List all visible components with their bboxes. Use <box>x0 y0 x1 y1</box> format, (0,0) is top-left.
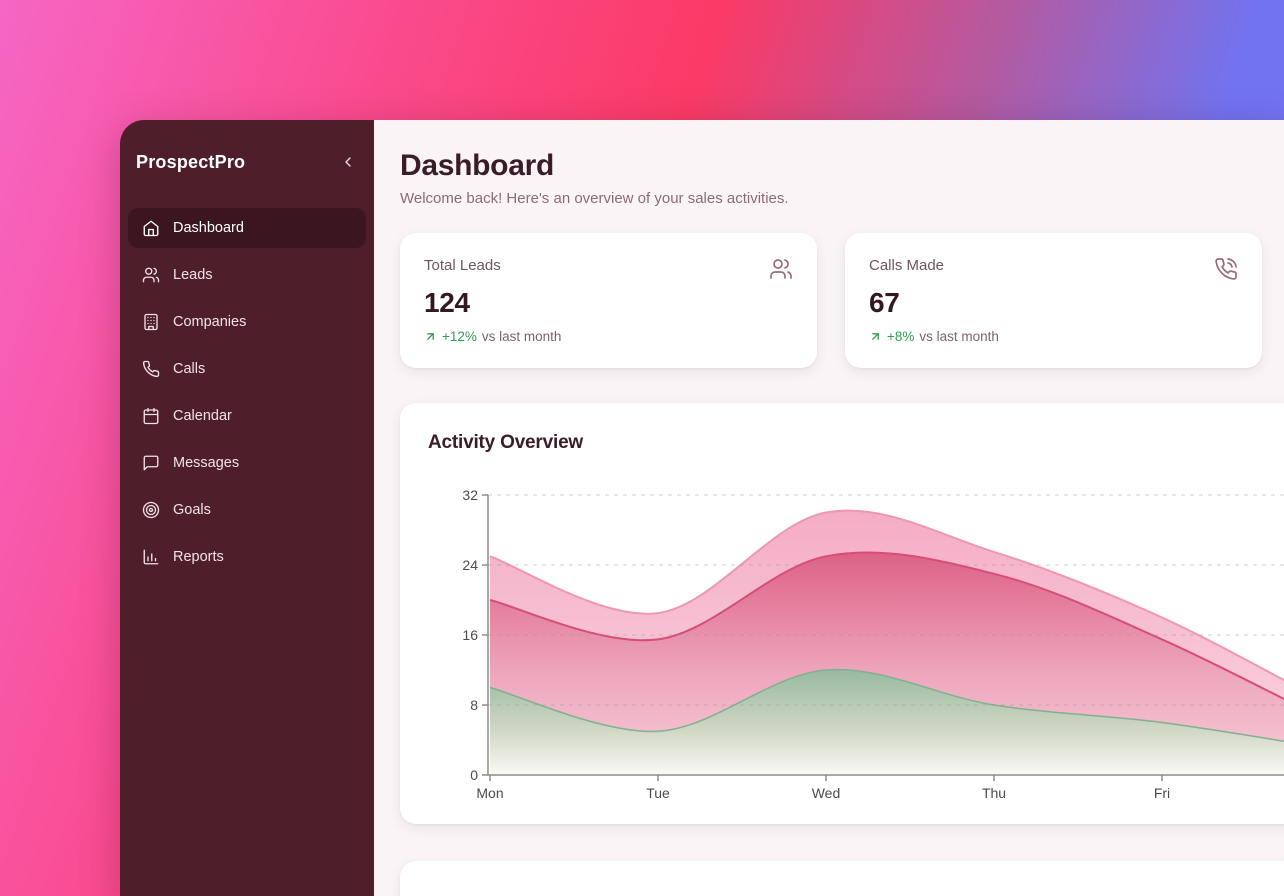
next-section-card <box>400 861 1284 896</box>
arrow-up-right-icon <box>869 330 882 343</box>
page-subtitle: Welcome back! Here's an overview of your… <box>400 188 1262 209</box>
chart-series <box>490 511 1284 775</box>
message-square-icon <box>142 454 160 472</box>
users-icon <box>142 266 160 284</box>
home-icon <box>142 219 160 237</box>
calendar-icon <box>142 407 160 425</box>
phone-call-icon <box>1214 257 1238 281</box>
stats-row: Total Leads 124 +12% vs last month Calls… <box>400 233 1262 368</box>
arrow-up-right-icon <box>424 330 437 343</box>
x-tick-label: Mon <box>476 785 503 799</box>
calendar-icon <box>142 407 160 425</box>
trend-percent: +12% <box>442 329 477 344</box>
phone-icon <box>142 360 160 378</box>
main-content: Dashboard Welcome back! Here's an overvi… <box>374 120 1284 896</box>
activity-overview-card: Activity Overview <box>400 403 1284 824</box>
x-tick-label: Wed <box>812 785 841 799</box>
sidebar-item-label: Dashboard <box>173 220 244 236</box>
home-icon <box>142 219 160 237</box>
app-window: ProspectPro Dashboard Leads Companies Ca… <box>120 120 1284 896</box>
sidebar-item-goals[interactable]: Goals <box>128 490 366 530</box>
page-title: Dashboard <box>400 148 1262 184</box>
chart-area: 0 8 16 24 32 Mon Tue Wed Thu Fri <box>428 467 1284 804</box>
x-tick-label: Thu <box>982 785 1006 799</box>
activity-area-chart: 0 8 16 24 32 Mon Tue Wed Thu Fri <box>428 467 1284 799</box>
arrow-up-right-icon <box>869 330 882 343</box>
x-tick-label: Tue <box>646 785 670 799</box>
sidebar-nav: Dashboard Leads Companies Calls Calendar… <box>120 208 374 577</box>
message-square-icon <box>142 454 160 472</box>
arrow-up-right-icon <box>424 330 437 343</box>
trend-suffix: vs last month <box>919 329 999 344</box>
sidebar-item-dashboard[interactable]: Dashboard <box>128 208 366 248</box>
y-tick-label: 8 <box>470 697 478 713</box>
bar-chart-icon <box>142 548 160 566</box>
bar-chart-icon <box>142 548 160 566</box>
users-icon <box>142 266 160 284</box>
chart-title: Activity Overview <box>428 431 1284 455</box>
brand-title: ProspectPro <box>136 152 245 173</box>
stat-card-calls-made: Calls Made 67 +8% vs last month <box>845 233 1262 368</box>
y-tick-label: 32 <box>462 487 478 503</box>
sidebar-item-companies[interactable]: Companies <box>128 302 366 342</box>
stat-value: 124 <box>424 287 793 319</box>
sidebar-item-messages[interactable]: Messages <box>128 443 366 483</box>
users-icon <box>769 257 793 281</box>
sidebar-collapse-button[interactable] <box>336 150 360 174</box>
y-tick-label: 24 <box>462 557 478 573</box>
y-tick-label: 16 <box>462 627 478 643</box>
sidebar-item-label: Calendar <box>173 408 232 424</box>
sidebar-item-leads[interactable]: Leads <box>128 255 366 295</box>
building-icon <box>142 313 160 331</box>
building-icon <box>142 313 160 331</box>
sidebar-item-reports[interactable]: Reports <box>128 537 366 577</box>
sidebar-item-label: Reports <box>173 549 224 565</box>
stat-label: Total Leads <box>424 257 501 274</box>
sidebar-item-label: Messages <box>173 455 239 471</box>
y-tick-label: 0 <box>470 767 478 783</box>
sidebar-header: ProspectPro <box>120 120 374 174</box>
sidebar-item-label: Calls <box>173 361 205 377</box>
sidebar: ProspectPro Dashboard Leads Companies Ca… <box>120 120 374 896</box>
stat-trend: +8% vs last month <box>869 329 1238 344</box>
stat-trend: +12% vs last month <box>424 329 793 344</box>
phone-call-icon <box>1214 257 1238 281</box>
stat-value: 67 <box>869 287 1238 319</box>
x-tick-label: Fri <box>1154 785 1170 799</box>
target-icon <box>142 501 160 519</box>
trend-percent: +8% <box>887 329 914 344</box>
users-icon <box>769 257 793 281</box>
stat-label: Calls Made <box>869 257 944 274</box>
target-icon <box>142 501 160 519</box>
sidebar-item-label: Goals <box>173 502 211 518</box>
trend-suffix: vs last month <box>482 329 562 344</box>
chevron-left-icon <box>340 154 356 170</box>
sidebar-item-calendar[interactable]: Calendar <box>128 396 366 436</box>
sidebar-item-label: Leads <box>173 267 213 283</box>
stat-card-total-leads: Total Leads 124 +12% vs last month <box>400 233 817 368</box>
sidebar-item-calls[interactable]: Calls <box>128 349 366 389</box>
sidebar-item-label: Companies <box>173 314 246 330</box>
phone-icon <box>142 360 160 378</box>
